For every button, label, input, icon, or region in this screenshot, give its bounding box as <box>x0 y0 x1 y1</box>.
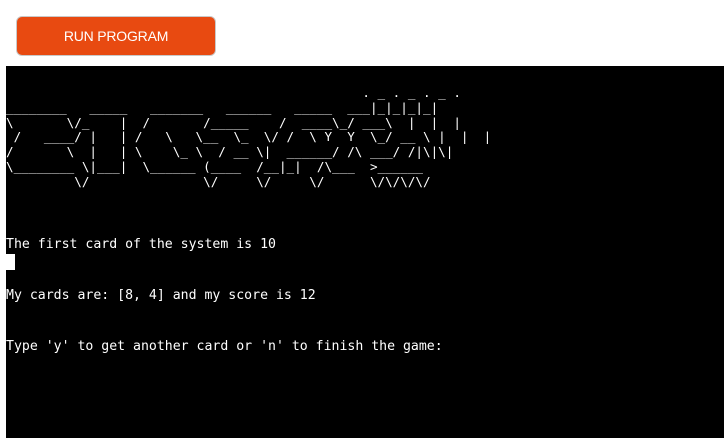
player-cards-line: My cards are: [8, 4] and my score is 12 <box>6 288 316 303</box>
terminal-cursor[interactable] <box>6 254 15 270</box>
terminal-output: The first card of the system is 10 My ca… <box>6 202 443 389</box>
terminal-console[interactable]: . _ . _ . _ . ________ _____ _______ ___… <box>6 66 724 438</box>
input-prompt-line: Type 'y' to get another card or 'n' to f… <box>6 339 443 354</box>
blackjack-ascii-banner: . _ . _ . _ . ________ _____ _______ ___… <box>6 85 492 189</box>
run-program-button[interactable]: RUN PROGRAM <box>16 16 216 56</box>
system-card-line: The first card of the system is 10 <box>6 237 276 252</box>
page: RUN PROGRAM . _ . _ . _ . ________ _____… <box>0 0 724 438</box>
